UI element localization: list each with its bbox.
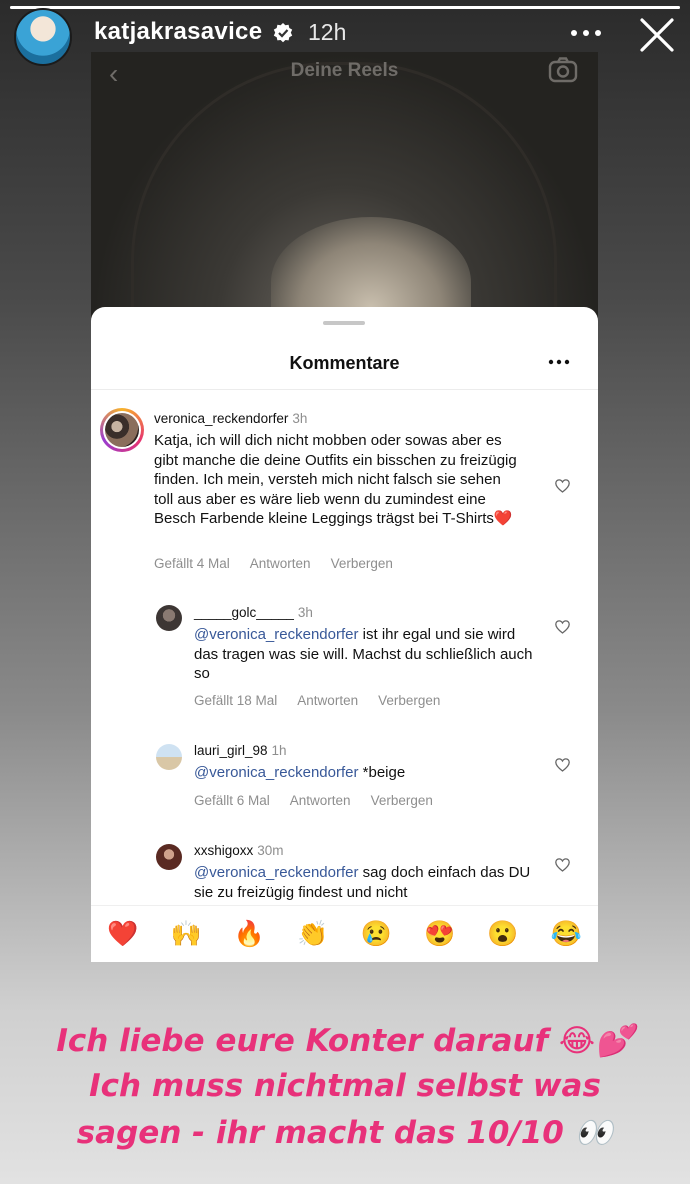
heart-icon[interactable] — [555, 620, 570, 634]
story-caption-line-3: sagen - ihr macht das 10/10 👀 — [76, 1115, 614, 1151]
likes-count[interactable]: Gefällt 4 Mal — [154, 556, 230, 571]
likes-count[interactable]: Gefällt 6 Mal — [194, 793, 270, 808]
heart-icon[interactable] — [555, 758, 570, 772]
story-username[interactable]: katjakrasavice — [94, 18, 262, 46]
close-icon[interactable] — [638, 16, 676, 54]
comment-username[interactable]: xxshigoxx 30m — [194, 843, 284, 858]
reply-button[interactable]: Antworten — [290, 793, 351, 808]
hide-button[interactable]: Verbergen — [378, 693, 440, 708]
comment-text: Katja, ich will dich nicht mobben oder s… — [154, 432, 517, 527]
avatar — [156, 844, 182, 870]
reaction-clap[interactable]: 👏 — [297, 920, 328, 949]
avatar — [156, 744, 182, 770]
hide-button[interactable]: Verbergen — [371, 793, 433, 808]
comment-text: @veronica_reckendorfer sag doch einfach … — [194, 864, 531, 901]
likes-count[interactable]: Gefällt 18 Mal — [194, 693, 277, 708]
mention-link[interactable]: @veronica_reckendorfer — [194, 764, 358, 781]
more-icon — [548, 359, 570, 365]
reaction-laugh[interactable]: 😂 — [551, 920, 582, 949]
reels-title: Deine Reels — [290, 60, 399, 81]
avatar[interactable] — [14, 8, 72, 66]
mention-link[interactable]: @veronica_reckendorfer — [194, 864, 358, 881]
comment-text: @veronica_reckendorfer *beige — [194, 764, 406, 781]
sheet-title: Kommentare — [289, 353, 400, 373]
verified-icon — [273, 23, 293, 43]
divider — [91, 389, 598, 390]
comment-text: @veronica_reckendorfer ist ihr egal und … — [194, 626, 533, 682]
sheet-handle — [323, 321, 365, 325]
avatar — [156, 605, 182, 631]
story-caption-line-2: Ich muss nichtmal selbst was — [89, 1068, 601, 1104]
story-time: 12h — [308, 19, 347, 45]
heart-icon[interactable] — [555, 479, 570, 493]
comment-actions: Gefällt 18 Mal Antworten Verbergen — [194, 693, 440, 708]
heart-icon[interactable] — [555, 858, 570, 872]
comment-time: 1h — [271, 743, 287, 758]
reels-screenshot: ‹ Deine Reels Kommentare veronica_recken… — [91, 52, 598, 962]
comment-username[interactable]: veronica_reckendorfer 3h — [154, 411, 307, 426]
comment-time: 3h — [297, 605, 313, 620]
comment-username[interactable]: lauri_girl_98 1h — [194, 743, 287, 758]
comment-time: 30m — [257, 843, 284, 858]
reaction-heart-eyes[interactable]: 😍 — [424, 920, 455, 949]
reaction-fire[interactable]: 🔥 — [234, 920, 265, 949]
comment-username[interactable]: _____golc_____ 3h — [194, 605, 313, 620]
reaction-heart[interactable]: ❤️ — [107, 920, 138, 949]
story-caption-line-1: Ich liebe eure Konter darauf 😂💕 — [56, 1023, 634, 1059]
more-icon[interactable] — [568, 23, 604, 43]
reply-button[interactable]: Antworten — [297, 693, 358, 708]
reaction-cry[interactable]: 😢 — [361, 920, 392, 949]
reaction-raised-hands[interactable]: 🙌 — [170, 920, 201, 949]
reel-preview-image — [91, 52, 598, 368]
comments-sheet: Kommentare veronica_reckendorfer 3h Katja… — [91, 307, 598, 962]
mention-link[interactable]: @veronica_reckendorfer — [194, 626, 358, 643]
hide-button[interactable]: Verbergen — [331, 556, 393, 571]
reaction-wow[interactable]: 😮 — [487, 920, 518, 949]
comment-time: 3h — [292, 411, 308, 426]
reply-button[interactable]: Antworten — [250, 556, 311, 571]
reaction-bar: ❤️ 🙌 🔥 👏 😢 😍 😮 😂 — [91, 905, 598, 962]
comment-actions: Gefällt 4 Mal Antworten Verbergen — [154, 556, 393, 571]
avatar — [100, 408, 144, 452]
camera-icon — [548, 57, 578, 83]
comment-actions: Gefällt 6 Mal Antworten Verbergen — [194, 793, 433, 808]
